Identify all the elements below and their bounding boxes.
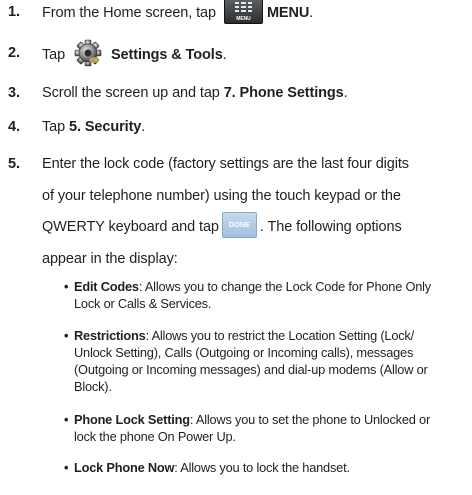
bullet-icon: • [64, 328, 69, 343]
step-text-post: . The following options [259, 219, 402, 235]
bullet-term: Phone Lock Setting [74, 412, 190, 427]
bullet-text: Lock Phone Now: Allows you to lock the h… [74, 459, 464, 476]
bullet-text: Phone Lock Setting: Allows you to set th… [74, 411, 464, 445]
step-text-pre: From the Home screen, tap [42, 4, 216, 21]
step-text-pre: Tap [42, 119, 70, 135]
bullet-icon: • [64, 460, 69, 475]
step-text-pre: QWERTY keyboard and tap [42, 219, 219, 235]
phone-settings-label: 7. Phone Settings [223, 85, 344, 101]
bullet-desc: (Outgoing or Incoming messages) and dial… [74, 362, 428, 377]
bullet-text: Edit Codes: Allows you to change the Loc… [74, 278, 464, 312]
bullet-desc: : Allows you to restrict the Location Se… [145, 328, 415, 343]
bullet-term: Lock Phone Now [74, 460, 175, 475]
bullet-term: Edit Codes [74, 279, 139, 294]
step-text-line: appear in the display: [42, 250, 178, 267]
done-button-icon: DONE [221, 212, 257, 239]
settings-tools-label: Settings & Tools [110, 46, 223, 63]
bullet-desc: lock the phone On Power Up. [74, 429, 236, 444]
step-number: 4. [8, 119, 20, 135]
bullet-icon: • [64, 412, 69, 427]
bullet-desc: Unlock Setting), Calls (Outgoing or Inco… [74, 345, 414, 360]
bullet-icon: • [64, 279, 69, 294]
step-text: Enter the lock code (factory settings ar… [42, 149, 462, 275]
bullet-desc: : Allows you to set the phone to Unlocke… [189, 412, 431, 427]
step-number: 5. [8, 156, 20, 172]
menu-label: MENU [266, 4, 310, 21]
step-text-post: . [141, 119, 146, 135]
step-text: Scroll the screen up and tap 7. Phone Se… [42, 81, 462, 105]
bullet-text: Restrictions: Allows you to restrict the… [74, 327, 464, 395]
bullet-term: Restrictions [74, 328, 146, 343]
step-text-post: . [309, 4, 314, 21]
menu-icon-label: MENU [236, 16, 251, 22]
step-text-line: QWERTY keyboard and tap DONE. The followi… [42, 212, 462, 244]
bullet-desc: Lock or Calls & Services. [74, 296, 212, 311]
menu-grid-icon [234, 2, 252, 12]
step-number: 3. [8, 85, 20, 101]
step-text-line: of your telephone number) using the touc… [42, 187, 401, 204]
settings-gear-icon [73, 39, 103, 67]
step-number: 2. [8, 45, 20, 61]
step-text-post: . [222, 46, 227, 63]
step-text-pre: Tap [42, 46, 66, 63]
step-text: Tap 5. Security. [42, 115, 462, 139]
step-number: 1. [8, 4, 20, 20]
bullet-desc: : Allows you to lock the handset. [174, 460, 350, 475]
bullet-desc: Block). [74, 379, 112, 394]
bullet-desc: : Allows you to change the Lock Code for… [138, 279, 431, 294]
step-text-line: Enter the lock code (factory settings ar… [42, 156, 409, 172]
step-text: From the Home screen, tap MENU MENU. [42, 0, 462, 26]
step-text: Tap Settings & Tools. [42, 39, 462, 69]
manual-page: 1. From the Home screen, tap MENU MENU . … [0, 0, 472, 495]
security-label: 5. Security [69, 119, 142, 135]
step-text-post: . [343, 85, 348, 101]
step-text-pre: Scroll the screen up and tap [42, 85, 224, 101]
menu-icon: MENU [223, 0, 263, 24]
